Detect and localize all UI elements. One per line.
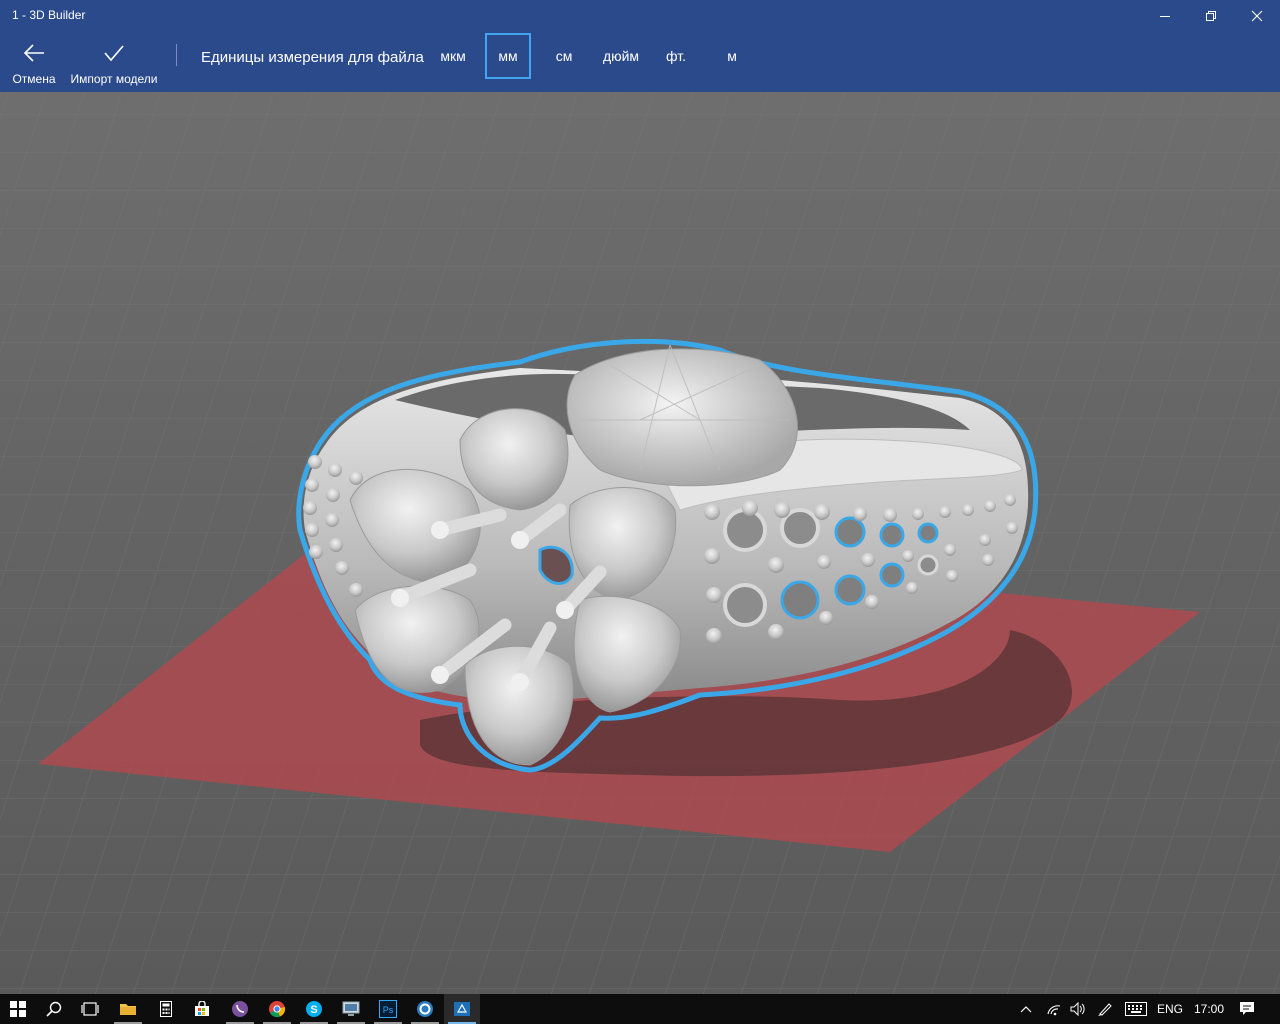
- units-label: Единицы измерения для файла: [201, 49, 424, 66]
- pen-workspace-button[interactable]: [1090, 994, 1120, 1024]
- checkmark-icon: [104, 45, 124, 62]
- clock[interactable]: 17:00: [1194, 1002, 1224, 1016]
- cancel-label: Отмена: [12, 72, 56, 86]
- close-icon: [1251, 10, 1263, 22]
- search-icon: [46, 1001, 62, 1017]
- svg-text:S: S: [310, 1004, 317, 1016]
- input-language[interactable]: ENG: [1157, 1002, 1183, 1016]
- notification-icon: [1240, 1002, 1254, 1015]
- back-arrow-icon: [23, 44, 44, 62]
- pen-icon: [1098, 1003, 1112, 1016]
- 3d-builder-icon: [454, 1002, 470, 1016]
- title-bar: 1 - 3D Builder: [0, 0, 1280, 32]
- taskbar-calculator[interactable]: [148, 994, 184, 1024]
- unit-option-um[interactable]: мкм: [430, 33, 476, 79]
- app-window: 1 - 3D Builder Отмена Импорт модели Един…: [0, 0, 1280, 994]
- speaker-icon: [1070, 1002, 1085, 1016]
- taskbar-file-explorer[interactable]: [110, 994, 146, 1024]
- 3d-viewport[interactable]: [0, 92, 1280, 994]
- restore-icon: [1206, 11, 1216, 21]
- import-model-button[interactable]: Импорт модели: [66, 32, 162, 92]
- start-button[interactable]: [0, 994, 36, 1024]
- unit-option-mm[interactable]: мм: [485, 33, 531, 79]
- task-view-button[interactable]: [72, 994, 108, 1024]
- unit-option-inch[interactable]: дюйм: [597, 33, 645, 79]
- taskbar-photoshop[interactable]: Ps: [370, 994, 406, 1024]
- unit-option-cm[interactable]: см: [541, 33, 587, 79]
- search-button[interactable]: [36, 994, 72, 1024]
- taskbar-3d-builder[interactable]: [444, 994, 480, 1024]
- center-gem: [566, 348, 798, 487]
- taskbar-skype[interactable]: S: [296, 994, 332, 1024]
- touch-keyboard-button[interactable]: [1120, 994, 1152, 1024]
- taskbar-app[interactable]: [407, 994, 443, 1024]
- taskbar-chrome[interactable]: [259, 994, 295, 1024]
- minimize-button[interactable]: [1142, 0, 1188, 32]
- taskbar: S Ps ENG 17:00: [0, 994, 1280, 1024]
- photoshop-icon: Ps: [379, 1000, 397, 1018]
- scene-canvas[interactable]: [0, 92, 1280, 994]
- minimize-icon: [1160, 16, 1170, 17]
- taskbar-viber[interactable]: [222, 994, 258, 1024]
- unit-option-m[interactable]: м: [709, 33, 755, 79]
- restore-button[interactable]: [1188, 0, 1234, 32]
- show-hidden-icons-button[interactable]: [1010, 994, 1042, 1024]
- task-view-icon: [81, 1002, 99, 1016]
- file-explorer-icon: [120, 1004, 136, 1015]
- viber-icon: [232, 1001, 248, 1017]
- cancel-button[interactable]: Отмена: [6, 32, 62, 92]
- calculator-icon: [160, 1001, 172, 1017]
- keyboard-icon: [1125, 1002, 1147, 1016]
- unit-option-ft[interactable]: фт.: [653, 33, 699, 79]
- chrome-icon: [269, 1001, 286, 1018]
- toolbar-separator: [176, 44, 177, 66]
- taskbar-remote-desktop[interactable]: [333, 994, 369, 1024]
- volume-button[interactable]: [1064, 994, 1092, 1024]
- wifi-icon: [1047, 1005, 1061, 1016]
- skype-icon: S: [306, 1001, 322, 1017]
- store-icon: [195, 1001, 209, 1016]
- windows-logo-icon: [10, 1001, 26, 1017]
- taskbar-store[interactable]: [184, 994, 220, 1024]
- window-title: 1 - 3D Builder: [12, 8, 86, 22]
- close-button[interactable]: [1234, 0, 1280, 32]
- app-icon: [417, 1001, 433, 1017]
- import-label: Импорт модели: [70, 72, 158, 86]
- chevron-up-icon: [1020, 1006, 1032, 1013]
- command-bar: Отмена Импорт модели Единицы измерения д…: [0, 32, 1280, 92]
- remote-desktop-icon: [342, 1001, 360, 1016]
- action-center-button[interactable]: [1230, 994, 1264, 1024]
- svg-text:Ps: Ps: [383, 1005, 394, 1015]
